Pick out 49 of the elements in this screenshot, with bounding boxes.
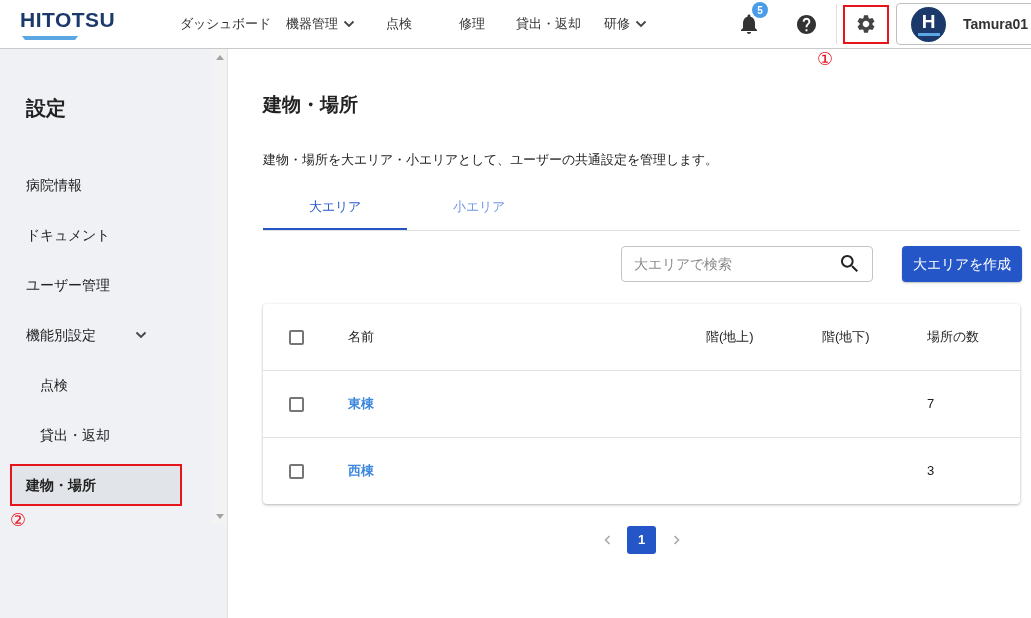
column-header: 階(地下) [822, 329, 870, 345]
sidebar-item[interactable]: 機能別設定 [10, 315, 180, 355]
sidebar-title: 設定 [25, 96, 67, 121]
logo-text: HITOTSU [20, 8, 117, 31]
nav-item[interactable]: ダッシュボード [180, 14, 271, 34]
chevron-down-icon [135, 331, 147, 339]
column-header: 場所の数 [927, 329, 979, 345]
callout-number: ① [817, 48, 834, 69]
sidebar-item[interactable]: 点検 [10, 365, 180, 405]
sidebar-item[interactable]: 建物・場所 [10, 465, 180, 505]
settings-icon[interactable] [857, 15, 875, 33]
avatar-stripe-icon [917, 33, 940, 36]
help-icon[interactable] [797, 14, 816, 34]
nav-item[interactable]: 修理 [443, 14, 501, 34]
nav-item[interactable]: 貸出・返却 [516, 14, 581, 34]
avatar-letter: H [921, 12, 936, 31]
page-button[interactable]: 1 [627, 526, 656, 554]
tab[interactable]: 大エリア [263, 186, 407, 230]
highlight-frame [843, 4, 889, 44]
chevron-left-icon [603, 535, 611, 545]
sidebar-item[interactable]: 病院情報 [10, 165, 180, 205]
notification-badge: 5 [752, 2, 768, 18]
column-header: 階(地上) [706, 329, 754, 345]
chevron-down-icon [634, 20, 647, 28]
table-cell: 7 [927, 396, 935, 412]
create-button[interactable]: 大エリアを作成 [902, 246, 1022, 282]
checkbox[interactable] [289, 463, 304, 479]
user-menu-button[interactable]: H Tamura01 [896, 3, 1031, 45]
search-field[interactable]: 大エリアで検索 [621, 246, 873, 282]
nav-item[interactable]: 点検 [370, 14, 428, 34]
logo-stripe-icon [22, 35, 78, 40]
page-title: 建物・場所 [263, 93, 359, 117]
chevron-down-icon [343, 20, 355, 28]
sidebar-item[interactable]: ユーザー管理 [10, 265, 180, 305]
checkbox[interactable] [289, 396, 304, 412]
chevron-right-icon [672, 535, 680, 545]
callout-number: ② [10, 510, 27, 530]
nav-item[interactable]: 研修 [596, 14, 654, 34]
page-description: 建物・場所を大エリア・小エリアとして、ユーザーの共通設定を管理します。 [263, 151, 719, 169]
area-name-link[interactable]: 西棟 [348, 463, 374, 479]
checkbox[interactable] [289, 329, 304, 345]
area-name-link[interactable]: 東棟 [348, 396, 374, 412]
sidebar-item[interactable]: ドキュメント [10, 215, 180, 255]
sidebar-item[interactable]: 貸出・返却 [10, 415, 180, 455]
nav-item[interactable]: 機器管理 [286, 14, 355, 34]
search-icon[interactable] [841, 255, 858, 272]
bell-icon[interactable] [740, 14, 758, 34]
column-header: 名前 [348, 329, 374, 345]
table-cell: 3 [927, 463, 935, 479]
